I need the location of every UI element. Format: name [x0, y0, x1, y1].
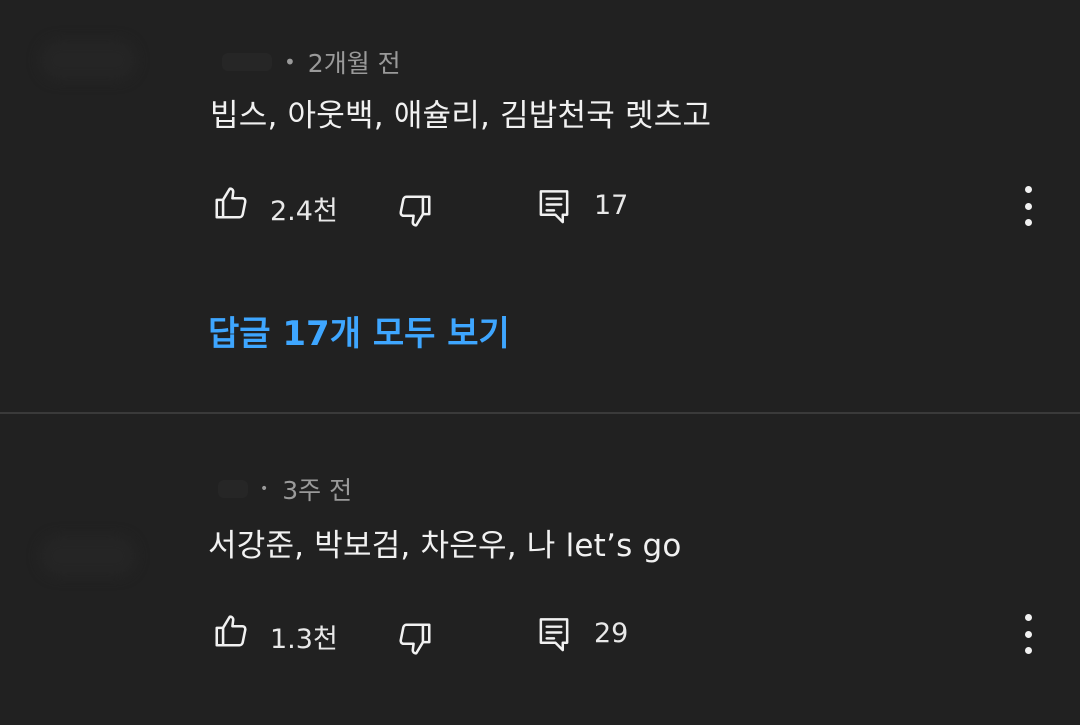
- dislike-button[interactable]: [394, 190, 436, 232]
- like-count: 2.4천: [270, 196, 338, 227]
- like-button[interactable]: [210, 610, 252, 652]
- author-name[interactable]: [218, 480, 248, 498]
- author-name[interactable]: [222, 53, 272, 71]
- comment-text: 서강준, 박보검, 차은우, 나 let’s go: [208, 528, 682, 564]
- view-replies-link[interactable]: 답글 17개 모두 보기: [208, 306, 510, 355]
- more-vertical-icon: [1024, 614, 1032, 621]
- avatar[interactable]: [40, 40, 136, 80]
- separator-dot: •: [260, 481, 269, 497]
- comment-time[interactable]: 2개월 전: [308, 44, 401, 80]
- comment-icon: [539, 190, 569, 224]
- reply-count[interactable]: 17: [594, 190, 628, 221]
- avatar[interactable]: [40, 536, 136, 576]
- reply-button[interactable]: [534, 614, 574, 654]
- dislike-button[interactable]: [394, 618, 436, 660]
- reply-count[interactable]: 29: [594, 618, 628, 649]
- comment-meta: • 2개월 전: [222, 44, 401, 80]
- comment-item: • 3주 전 서강준, 박보검, 차은우, 나 let’s go 1.3천 29: [0, 414, 1080, 725]
- separator-dot: •: [284, 50, 296, 74]
- comment-time[interactable]: 3주 전: [282, 471, 352, 507]
- reply-button[interactable]: [534, 186, 574, 226]
- comment-icon: [539, 618, 569, 652]
- comment-meta: • 3주 전: [218, 471, 352, 507]
- like-button[interactable]: [210, 182, 252, 224]
- thumbs-up-icon: [215, 615, 247, 647]
- like-count: 1.3천: [270, 624, 338, 655]
- comment-text: 빕스, 아웃백, 애슐리, 김밥천국 렛츠고: [210, 98, 712, 134]
- thumbs-up-icon: [215, 187, 247, 219]
- more-options-button[interactable]: [1022, 614, 1034, 654]
- more-options-button[interactable]: [1022, 186, 1034, 226]
- thumbs-down-icon: [399, 195, 431, 227]
- more-vertical-icon: [1024, 186, 1032, 193]
- thumbs-down-icon: [399, 623, 431, 655]
- comment-item: • 2개월 전 빕스, 아웃백, 애슐리, 김밥천국 렛츠고 2.4천 17 답…: [0, 0, 1080, 412]
